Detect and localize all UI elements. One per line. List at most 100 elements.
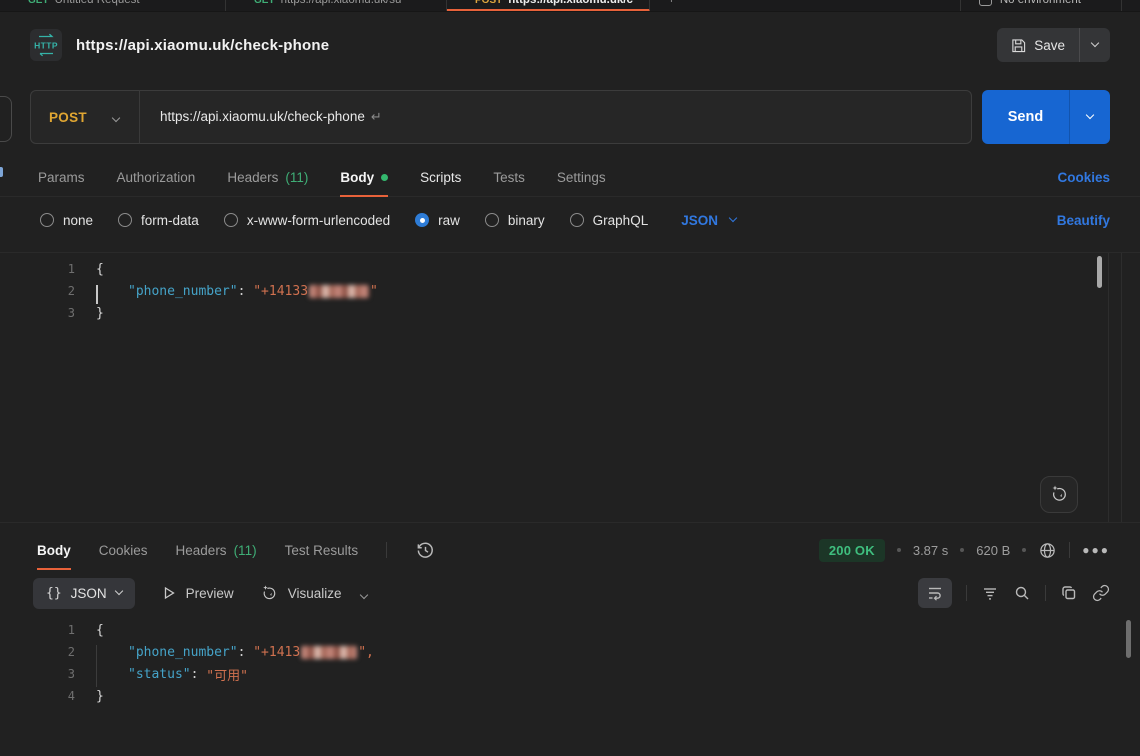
tab-settings[interactable]: Settings xyxy=(557,158,606,197)
tab-headers[interactable]: Headers(11) xyxy=(227,158,308,197)
return-symbol: ↵ xyxy=(371,109,382,124)
copy-button[interactable] xyxy=(1060,584,1078,602)
mode-none[interactable]: none xyxy=(40,213,93,228)
tab-scripts[interactable]: Scripts xyxy=(420,158,461,197)
visualize-label: Visualize xyxy=(288,586,342,601)
mode-binary[interactable]: binary xyxy=(485,213,545,228)
braces-icon: {} xyxy=(46,586,62,601)
tab-label: Headers xyxy=(176,543,227,558)
mode-graphql[interactable]: GraphQL xyxy=(570,213,649,228)
editor-gutter-line xyxy=(1121,253,1122,522)
mode-label: GraphQL xyxy=(593,213,649,228)
filter-button[interactable] xyxy=(981,584,999,602)
postbot-button[interactable] xyxy=(1040,476,1078,513)
filter-lines-icon xyxy=(981,584,999,602)
visualize-button[interactable]: Visualize xyxy=(260,584,342,603)
response-history-button[interactable] xyxy=(415,540,436,561)
response-time: 3.87 s xyxy=(913,543,948,558)
code-line: 2 "phone_number": "+14133" xyxy=(0,280,1140,302)
response-tabs-row: Body Cookies Headers (11) Test Results 20… xyxy=(0,530,1140,570)
divider xyxy=(1069,542,1070,558)
request-tab-3-active[interactable]: POSThttps://api.xiaomu.uk/c xyxy=(447,0,650,12)
chevron-down-icon xyxy=(114,587,122,595)
method-get-label: GET xyxy=(254,0,275,6)
json-value: "可用" xyxy=(206,665,248,684)
status-badge[interactable]: 200 OK xyxy=(819,539,885,562)
mode-label: x-www-form-urlencoded xyxy=(247,213,390,228)
radio-icon xyxy=(118,213,132,227)
redacted-value xyxy=(301,646,357,659)
beautify-link[interactable]: Beautify xyxy=(1057,213,1110,228)
save-button[interactable]: Save xyxy=(997,28,1079,62)
save-options-button[interactable] xyxy=(1080,28,1110,62)
request-tabs: Params Authorization Headers(11) Body Sc… xyxy=(0,158,1140,197)
indent-guide xyxy=(96,665,97,687)
search-icon xyxy=(1013,584,1031,602)
environment-selector[interactable]: No environment xyxy=(960,0,1140,11)
request-body-editor[interactable]: 1 { 2 "phone_number": "+14133" 3 } xyxy=(0,252,1140,523)
save-button-group: Save xyxy=(997,28,1110,62)
preview-button[interactable]: Preview xyxy=(161,585,234,601)
wrap-text-button[interactable] xyxy=(918,578,952,608)
code-line: 1 { xyxy=(0,619,1140,641)
mode-form-data[interactable]: form-data xyxy=(118,213,199,228)
add-tab-button[interactable]: + xyxy=(650,0,696,12)
method-selector[interactable]: POST xyxy=(31,108,139,126)
send-label: Send xyxy=(1008,109,1043,125)
code-line: 2 "phone_number": "+1413", xyxy=(0,641,1140,663)
response-tab-headers[interactable]: Headers (11) xyxy=(176,531,257,570)
visualize-options-button[interactable] xyxy=(361,586,367,601)
response-format-selector[interactable]: {} JSON xyxy=(33,578,135,609)
tab-authorization[interactable]: Authorization xyxy=(117,158,196,197)
response-body-editor[interactable]: 1 { 2 "phone_number": "+1413", 3 "status… xyxy=(0,616,1140,756)
response-action-icons xyxy=(918,578,1110,608)
response-scrollbar[interactable] xyxy=(1126,620,1131,658)
line-number: 3 xyxy=(0,306,75,320)
response-tab-cookies[interactable]: Cookies xyxy=(99,531,148,570)
tab-label: Headers xyxy=(227,170,278,185)
tab-tests[interactable]: Tests xyxy=(493,158,525,197)
mode-urlencoded[interactable]: x-www-form-urlencoded xyxy=(224,213,390,228)
network-info-button[interactable] xyxy=(1038,541,1057,560)
code-token: : xyxy=(191,667,207,682)
request-tab-1[interactable]: GETUntitled Request xyxy=(0,0,226,12)
tab-label: Authorization xyxy=(117,170,196,185)
mode-raw-selected[interactable]: raw xyxy=(415,213,460,228)
dot-separator xyxy=(897,548,901,552)
json-key: "status" xyxy=(128,667,191,682)
send-button[interactable]: Send xyxy=(982,90,1069,144)
code-token: } xyxy=(96,306,104,321)
send-button-group: Send xyxy=(982,90,1110,144)
mode-label: none xyxy=(63,213,93,228)
divider xyxy=(1045,585,1046,601)
radio-selected-icon xyxy=(415,213,429,227)
tab-label: Test Results xyxy=(285,543,359,558)
response-meta: 200 OK 3.87 s 620 B ●●● xyxy=(819,539,1110,562)
tab-label: Body xyxy=(340,170,374,185)
response-tab-test-results[interactable]: Test Results xyxy=(285,531,359,570)
method-post-label: POST xyxy=(475,0,502,6)
request-title: https://api.xiaomu.uk/check-phone xyxy=(76,37,329,54)
tab-params[interactable]: Params xyxy=(38,158,85,197)
send-options-button[interactable] xyxy=(1070,90,1110,144)
link-button[interactable] xyxy=(1092,584,1110,602)
editor-scrollbar[interactable] xyxy=(1097,256,1102,288)
headers-count: (11) xyxy=(234,543,257,558)
globe-icon xyxy=(1038,541,1057,560)
line-number: 1 xyxy=(0,262,75,276)
tab-label: Scripts xyxy=(420,170,461,185)
request-header: HTTP https://api.xiaomu.uk/check-phone S… xyxy=(0,12,1140,78)
search-button[interactable] xyxy=(1013,584,1031,602)
request-tab-2[interactable]: GEThttps://api.xiaomu.uk/su xyxy=(226,0,447,12)
radio-icon xyxy=(40,213,54,227)
divider xyxy=(966,585,967,601)
tab-label: Cookies xyxy=(99,543,148,558)
response-tab-body-active[interactable]: Body xyxy=(37,531,71,570)
tab-body-active[interactable]: Body xyxy=(340,158,388,197)
code-token: { xyxy=(96,262,104,277)
editor-gutter-line xyxy=(1108,253,1109,522)
cookies-link[interactable]: Cookies xyxy=(1057,170,1110,185)
url-input[interactable]: https://api.xiaomu.uk/check-phone↵ xyxy=(140,109,382,125)
language-selector[interactable]: JSON xyxy=(681,213,736,228)
more-options-button[interactable]: ●●● xyxy=(1082,543,1110,557)
